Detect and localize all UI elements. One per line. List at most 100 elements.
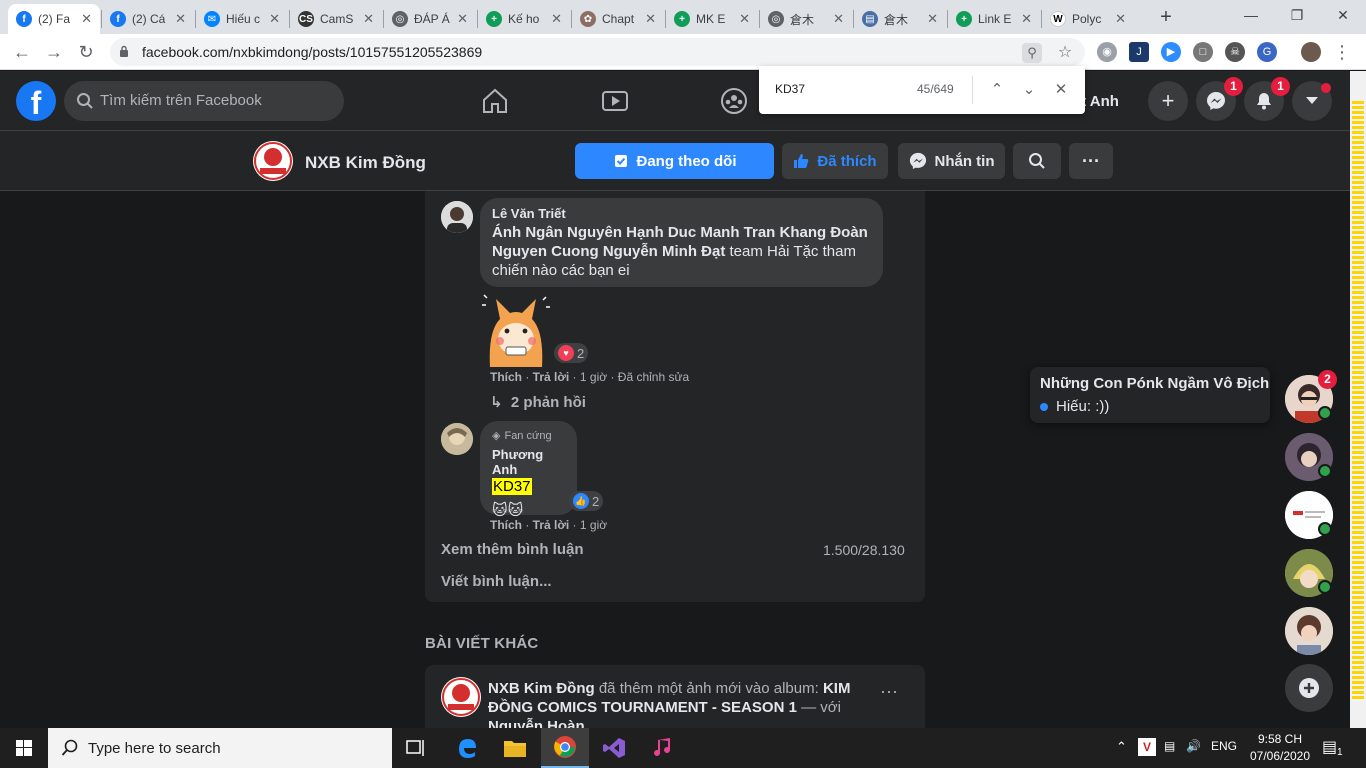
find-close-button[interactable]: ✕ (1049, 78, 1073, 102)
edge-icon[interactable] (443, 728, 491, 768)
close-window-button[interactable]: ✕ (1320, 0, 1366, 32)
liked-button[interactable]: Đã thích (782, 143, 888, 179)
task-view-icon[interactable] (392, 728, 440, 768)
commenter-avatar[interactable] (441, 423, 473, 455)
network-icon[interactable]: ▤ (1164, 739, 1175, 753)
find-previous-button[interactable]: ⌃ (985, 78, 1009, 102)
message-button[interactable]: Nhắn tin (898, 143, 1005, 179)
close-tab-icon[interactable]: ✕ (739, 11, 750, 27)
browser-tab[interactable]: ✿ Chapt ✕ (572, 4, 664, 34)
close-tab-icon[interactable]: ✕ (927, 11, 938, 27)
maximize-button[interactable]: ❐ (1274, 0, 1320, 32)
file-explorer-icon[interactable] (491, 728, 539, 768)
chrome-menu-icon[interactable]: ⋮ (1330, 40, 1354, 64)
forward-button[interactable]: → (42, 40, 66, 64)
close-tab-icon[interactable]: ✕ (551, 11, 562, 27)
address-bar[interactable]: facebook.com/nxbkimdong/posts/1015755120… (110, 38, 1085, 66)
chrome-taskbar-icon[interactable] (541, 728, 589, 768)
volume-icon[interactable]: 🔊 (1186, 739, 1201, 753)
input-language[interactable]: ENG (1211, 739, 1237, 753)
browser-tab[interactable]: ▤ 倉木 ✕ (854, 4, 946, 34)
page-logo-avatar[interactable] (441, 677, 481, 717)
vietkey-tray-icon[interactable]: V (1138, 738, 1156, 756)
page-name[interactable]: NXB Kim Đồng (305, 153, 426, 173)
post-author[interactable]: NXB Kim Đồng (488, 680, 595, 697)
comment-time[interactable]: 1 giờ (580, 518, 607, 532)
reply-comment-button[interactable]: Trả lời (533, 370, 570, 384)
music-app-icon[interactable] (639, 728, 687, 768)
extension-j-icon[interactable]: J (1129, 42, 1149, 62)
page-logo-avatar[interactable] (253, 141, 293, 181)
find-in-page-icon[interactable]: ⚲ (1022, 43, 1042, 63)
page-search-button[interactable] (1013, 143, 1061, 179)
extension-skull-icon[interactable]: ☠ (1225, 42, 1245, 62)
browser-tab[interactable]: + Link E ✕ (948, 4, 1040, 34)
comment-author[interactable]: Lê Văn Triết (492, 206, 871, 221)
page-scrollbar[interactable] (1350, 71, 1366, 728)
start-button[interactable] (0, 728, 48, 768)
close-tab-icon[interactable]: ✕ (269, 11, 280, 27)
visual-studio-icon[interactable] (590, 728, 638, 768)
facebook-top-nav: f Tìm kiếm trên Facebook ut Anh + 1 1 (0, 71, 1350, 131)
browser-tab[interactable]: ◎ 倉木 ✕ (760, 4, 852, 34)
like-comment-button[interactable]: Thích (490, 518, 522, 532)
browser-tab[interactable]: f (2) Fa ✕ (8, 4, 100, 34)
browser-tab[interactable]: ✉ Hiếu c ✕ (196, 4, 288, 34)
system-clock[interactable]: 9:58 CH 07/06/2020 (1248, 731, 1312, 765)
groups-icon[interactable] (718, 85, 750, 117)
extension-chat-icon[interactable]: □ (1193, 42, 1213, 62)
post-options-button[interactable]: ··· (880, 681, 898, 702)
chat-preview-popup[interactable]: Những Con Pónk Ngầm Vô Địch Hiếu: :)) (1030, 367, 1270, 423)
browser-tab[interactable]: + Kế ho ✕ (478, 4, 570, 34)
profile-avatar[interactable] (1301, 42, 1321, 62)
watch-icon[interactable] (599, 85, 631, 117)
close-tab-icon[interactable]: ✕ (1115, 11, 1126, 27)
comment-reactions[interactable]: 👍 2 (569, 491, 604, 511)
facebook-search-input[interactable]: Tìm kiếm trên Facebook (64, 81, 344, 121)
extension-translate-icon[interactable]: G (1257, 42, 1277, 62)
write-comment-input[interactable]: Viết bình luận... (441, 573, 552, 590)
browser-tab[interactable]: f (2) Cá ✕ (102, 4, 194, 34)
page-more-button[interactable]: ··· (1069, 143, 1113, 179)
action-center-icon[interactable]: ▤ (1322, 737, 1337, 757)
facebook-logo-icon[interactable]: f (16, 81, 56, 121)
commenter-avatar[interactable] (441, 201, 473, 233)
close-tab-icon[interactable]: ✕ (645, 11, 656, 27)
close-tab-icon[interactable]: ✕ (363, 11, 374, 27)
close-tab-icon[interactable]: ✕ (81, 11, 92, 27)
extension-zoom-icon[interactable]: ▶ (1161, 42, 1181, 62)
comment-time[interactable]: 1 giờ (580, 370, 607, 384)
comment-reactions[interactable]: ♥ 2 (554, 343, 589, 363)
browser-tab[interactable]: ◎ ĐÁP Á ✕ (384, 4, 476, 34)
find-query-input[interactable]: KD37 (775, 82, 805, 96)
reload-button[interactable]: ↻ (74, 40, 98, 64)
taskbar-search-box[interactable]: Type here to search (48, 728, 392, 768)
comment-author[interactable]: Phương Anh (492, 447, 565, 477)
close-tab-icon[interactable]: ✕ (457, 11, 468, 27)
browser-tab[interactable]: + MK E ✕ (666, 4, 758, 34)
find-next-button[interactable]: ⌄ (1017, 78, 1041, 102)
bookmark-star-icon[interactable]: ☆ (1055, 43, 1075, 63)
close-tab-icon[interactable]: ✕ (175, 11, 186, 27)
browser-tab[interactable]: W Polyc ✕ (1042, 4, 1134, 34)
chat-head-contact[interactable] (1285, 607, 1333, 655)
chat-message: :)) (1095, 398, 1110, 415)
new-message-button[interactable] (1285, 664, 1333, 712)
extension-globe-icon[interactable]: ◉ (1097, 42, 1117, 62)
view-more-comments-link[interactable]: Xem thêm bình luận (441, 541, 584, 558)
home-icon[interactable] (479, 85, 511, 117)
scrollbar-thumb[interactable] (1352, 101, 1364, 701)
tray-overflow-icon[interactable]: ⌃ (1116, 739, 1127, 755)
following-button[interactable]: Đang theo dõi (575, 143, 774, 179)
view-replies-link[interactable]: ↳ 2 phản hồi (490, 393, 586, 411)
minimize-button[interactable]: — (1228, 0, 1274, 32)
like-comment-button[interactable]: Thích (490, 370, 522, 384)
lock-icon[interactable] (119, 45, 129, 57)
back-button[interactable]: ← (10, 40, 34, 64)
create-button[interactable]: + (1148, 81, 1188, 121)
browser-tab[interactable]: CS CamS ✕ (290, 4, 382, 34)
close-tab-icon[interactable]: ✕ (1021, 11, 1032, 27)
new-tab-button[interactable]: + (1154, 6, 1178, 30)
reply-comment-button[interactable]: Trả lời (533, 518, 570, 532)
close-tab-icon[interactable]: ✕ (833, 11, 844, 27)
